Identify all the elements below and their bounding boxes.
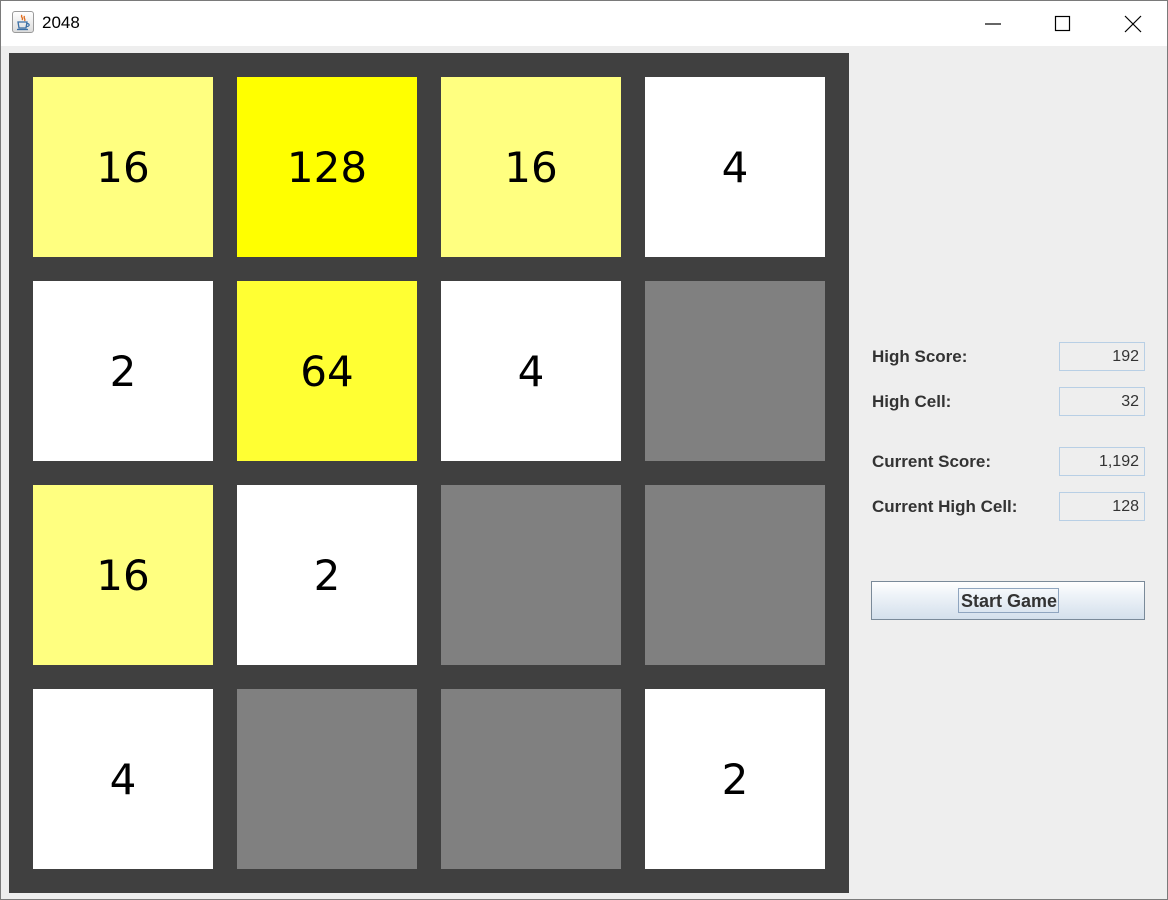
close-button[interactable]	[1099, 1, 1167, 46]
tile: 16	[441, 77, 621, 257]
window-title: 2048	[42, 13, 80, 32]
current-high-cell-label: Current High Cell:	[872, 497, 1018, 516]
current-score-field: 1,192	[1059, 447, 1145, 476]
maximize-icon	[1054, 15, 1071, 32]
minimize-button[interactable]	[959, 1, 1027, 46]
app-window: 2048 16 128 16 4 2 64 4 16 2 4 2 High Score: 192 H…	[0, 0, 1168, 900]
tile: 4	[33, 689, 213, 869]
current-score-label: Current Score:	[872, 452, 992, 471]
tile: 2	[33, 281, 213, 461]
empty-tile	[441, 485, 621, 665]
tile: 4	[645, 77, 825, 257]
high-score-label: High Score:	[872, 347, 968, 366]
empty-tile	[441, 689, 621, 869]
empty-tile	[645, 485, 825, 665]
high-cell-field: 32	[1059, 387, 1145, 416]
maximize-button[interactable]	[1029, 1, 1097, 46]
tile: 64	[237, 281, 417, 461]
tile: 2	[645, 689, 825, 869]
current-high-cell-field: 128	[1059, 492, 1145, 521]
tile: 4	[441, 281, 621, 461]
tile: 2	[237, 485, 417, 665]
java-cup-icon	[12, 11, 34, 33]
tile: 16	[33, 485, 213, 665]
game-board[interactable]: 16 128 16 4 2 64 4 16 2 4 2	[9, 53, 849, 893]
title-bar[interactable]: 2048	[1, 1, 1167, 46]
minimize-icon	[985, 23, 1001, 25]
start-game-label: Start Game	[958, 588, 1060, 613]
close-icon	[1124, 15, 1142, 33]
empty-tile	[237, 689, 417, 869]
empty-tile	[645, 281, 825, 461]
high-score-field: 192	[1059, 342, 1145, 371]
tile: 128	[237, 77, 417, 257]
start-game-button[interactable]: Start Game	[871, 581, 1145, 620]
high-cell-label: High Cell:	[872, 392, 952, 411]
tile: 16	[33, 77, 213, 257]
